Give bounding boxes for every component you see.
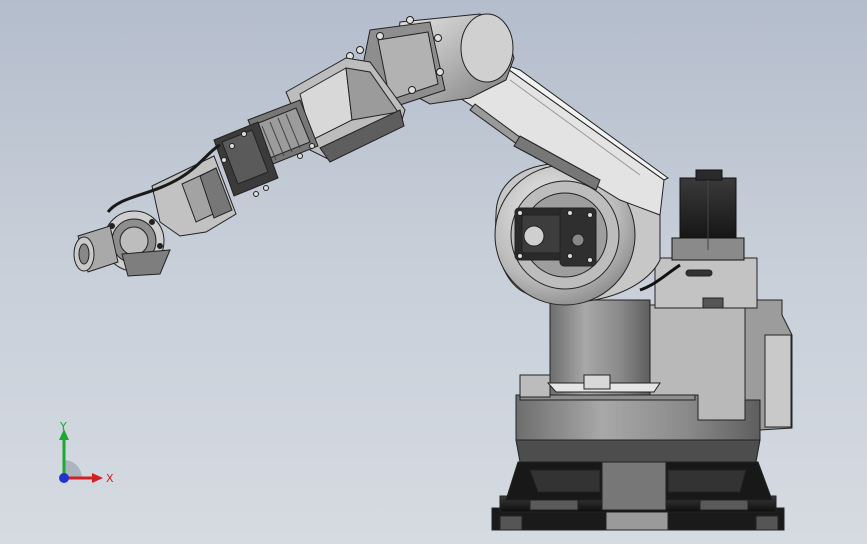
y-axis-label: Y xyxy=(59,420,67,433)
axis-motor-upper xyxy=(671,169,745,261)
forearm-link xyxy=(213,57,406,197)
graphics-viewport[interactable]: Y X xyxy=(0,0,867,544)
wrist-assembly xyxy=(73,143,237,277)
z-axis-dot xyxy=(59,473,69,483)
x-axis-label: X xyxy=(106,472,114,485)
robot-model[interactable] xyxy=(0,0,867,544)
orientation-triad: Y X xyxy=(59,420,114,485)
